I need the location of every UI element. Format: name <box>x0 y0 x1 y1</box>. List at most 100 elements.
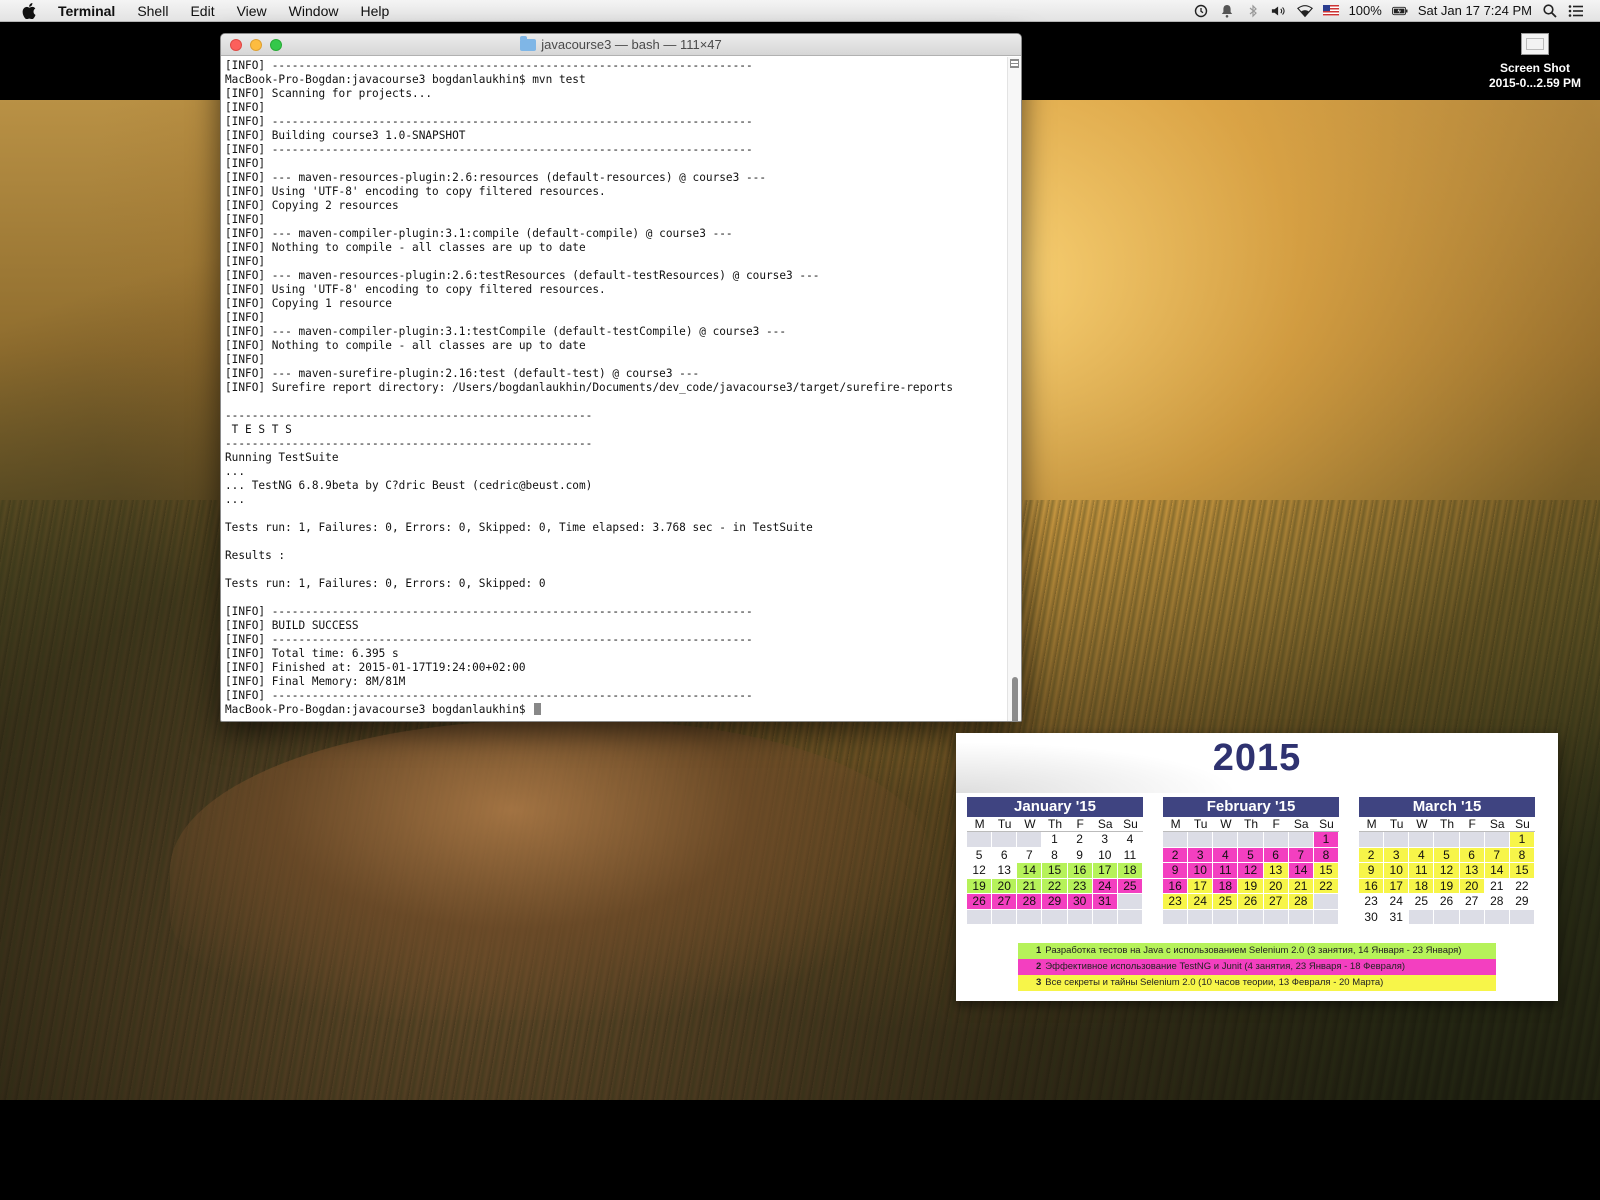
terminal-line: [INFO] <box>225 255 266 268</box>
calendar-day: 16 <box>1067 863 1093 879</box>
terminal-line: Running TestSuite <box>225 451 339 464</box>
folder-icon <box>520 35 537 51</box>
menu-app-terminal[interactable]: Terminal <box>54 0 126 22</box>
terminal-line: [INFO] <box>225 157 266 170</box>
calendar-week <box>1163 909 1339 925</box>
menu-clock[interactable]: Sat Jan 17 7:24 PM <box>1418 3 1532 18</box>
wallpaper-lion <box>170 720 930 1020</box>
split-pane-icon[interactable] <box>1010 59 1019 68</box>
time-machine-icon[interactable] <box>1193 4 1209 18</box>
terminal-line: [INFO] ---------------------------------… <box>225 115 753 128</box>
notification-center-icon[interactable] <box>1568 4 1584 18</box>
calendar-day: 6 <box>1459 847 1485 863</box>
calendar-month: March '15 M Tu W Th F Sa Su 1 2 3 4 5 6 7 8 9 10 11 12 13 14 1… <box>1359 797 1535 925</box>
calendar-day: 29 <box>1042 894 1068 910</box>
calendar-day: 3 <box>1188 847 1214 863</box>
menu-extras: 100% Sat Jan 17 7:24 PM <box>1193 3 1600 18</box>
weekday-label: W <box>1409 817 1435 832</box>
spotlight-search-icon[interactable] <box>1542 3 1558 18</box>
wifi-icon[interactable] <box>1296 4 1313 18</box>
calendar-day <box>1188 909 1214 925</box>
terminal-line: [INFO] ---------------------------------… <box>225 689 753 702</box>
calendar-day: 23 <box>1067 878 1093 894</box>
calendar-day: 28 <box>1484 894 1510 910</box>
bluetooth-icon[interactable] <box>1245 4 1261 18</box>
weekday-label: W <box>1017 817 1043 832</box>
calendar-day: 21 <box>1484 878 1510 894</box>
calendar-day <box>1263 832 1289 848</box>
calendar-day: 22 <box>1313 878 1339 894</box>
calendar-day: 11 <box>1213 863 1239 879</box>
calendar-day <box>1117 894 1143 910</box>
volume-icon[interactable] <box>1271 4 1287 18</box>
notification-bell-icon[interactable] <box>1219 4 1235 18</box>
calendar-day: 1 <box>1042 832 1068 848</box>
scrollbar-thumb[interactable] <box>1012 677 1018 721</box>
calendar-day: 22 <box>1042 878 1068 894</box>
weekday-label: F <box>1067 817 1093 832</box>
menu-view[interactable]: View <box>226 0 278 22</box>
terminal-cursor <box>534 703 542 715</box>
terminal-line: [INFO] Using 'UTF-8' encoding to copy fi… <box>225 283 606 296</box>
month-title: January '15 <box>967 797 1143 817</box>
terminal-line: [INFO] Copying 1 resource <box>225 297 392 310</box>
month-title: March '15 <box>1359 797 1535 817</box>
calendar-day: 9 <box>1163 863 1189 879</box>
terminal-line: [INFO] <box>225 101 266 114</box>
terminal-window[interactable]: javacourse3 — bash — 111×47 [INFO] -----… <box>220 33 1022 722</box>
calendar-week: 19 20 21 22 23 24 25 <box>967 878 1143 894</box>
terminal-text[interactable]: [INFO] ---------------------------------… <box>225 59 1003 717</box>
calendar-day <box>1067 909 1093 925</box>
terminal-line: [INFO] Final Memory: 8M/81M <box>225 675 406 688</box>
desktop-screenshot-file[interactable]: Screen Shot 2015-0...2.59 PM <box>1470 33 1600 91</box>
calendar-day: 29 <box>1509 894 1535 910</box>
calendar-day: 12 <box>1238 863 1264 879</box>
calendar-day: 23 <box>1163 894 1189 910</box>
terminal-line: [INFO] --- maven-surefire-plugin:2.16:te… <box>225 367 700 380</box>
calendar-day: 30 <box>1359 909 1385 925</box>
input-source-flag-icon[interactable] <box>1322 5 1339 16</box>
calendar-day: 5 <box>1238 847 1264 863</box>
calendar-day: 7 <box>1484 847 1510 863</box>
calendar-day: 24 <box>1188 894 1214 910</box>
calendar-day: 8 <box>1509 847 1535 863</box>
calendar-day: 13 <box>1459 863 1485 879</box>
calendar-month: February '15 M Tu W Th F Sa Su 1 2 3 4 5 6 7 8 9 10 11 12 13… <box>1163 797 1339 925</box>
terminal-line: [INFO] --- maven-compiler-plugin:3.1:tes… <box>225 325 787 338</box>
window-titlebar[interactable]: javacourse3 — bash — 111×47 <box>221 34 1021 56</box>
calendar-day: 7 <box>1288 847 1314 863</box>
terminal-scrollbar[interactable] <box>1007 57 1021 721</box>
calendar-day: 22 <box>1509 878 1535 894</box>
calendar-day <box>1238 909 1264 925</box>
calendar-week: 23 24 25 26 27 28 <box>1163 894 1339 910</box>
weekday-label: Sa <box>1484 817 1510 832</box>
menu-edit[interactable]: Edit <box>179 0 225 22</box>
calendar-day: 5 <box>1434 847 1460 863</box>
weekday-label: Su <box>1313 817 1339 832</box>
screenshot-file-icon <box>1521 33 1549 55</box>
calendar-day: 1 <box>1509 832 1535 848</box>
terminal-output[interactable]: [INFO] ---------------------------------… <box>221 57 1007 721</box>
menu-help[interactable]: Help <box>349 0 400 22</box>
calendar-day: 8 <box>1313 847 1339 863</box>
window-title-text: javacourse3 — bash — 111×47 <box>541 37 722 52</box>
calendar-day: 13 <box>992 863 1018 879</box>
calendar-day: 3 <box>1092 832 1118 848</box>
calendar-week: 30 31 <box>1359 909 1535 925</box>
menu-window[interactable]: Window <box>278 0 350 22</box>
legend-item: 1 Разработка тестов на Java с использован… <box>1018 943 1496 959</box>
calendar-day: 17 <box>1188 878 1214 894</box>
calendar-day: 9 <box>1067 847 1093 863</box>
menu-shell[interactable]: Shell <box>126 0 179 22</box>
battery-percent[interactable]: 100% <box>1349 3 1382 18</box>
calendar-week: 9 10 11 12 13 14 15 <box>1163 863 1339 879</box>
calendar-day <box>1434 832 1460 848</box>
terminal-line: [INFO] Finished at: 2015-01-17T19:24:00+… <box>225 661 526 674</box>
calendar-day: 24 <box>1384 894 1410 910</box>
apple-menu-icon[interactable] <box>18 0 40 22</box>
calendar-day <box>1484 832 1510 848</box>
calendar-day <box>1384 832 1410 848</box>
battery-icon[interactable] <box>1391 4 1408 18</box>
terminal-line: Results : <box>225 549 286 562</box>
terminal-line: [INFO] Nothing to compile - all classes … <box>225 339 586 352</box>
